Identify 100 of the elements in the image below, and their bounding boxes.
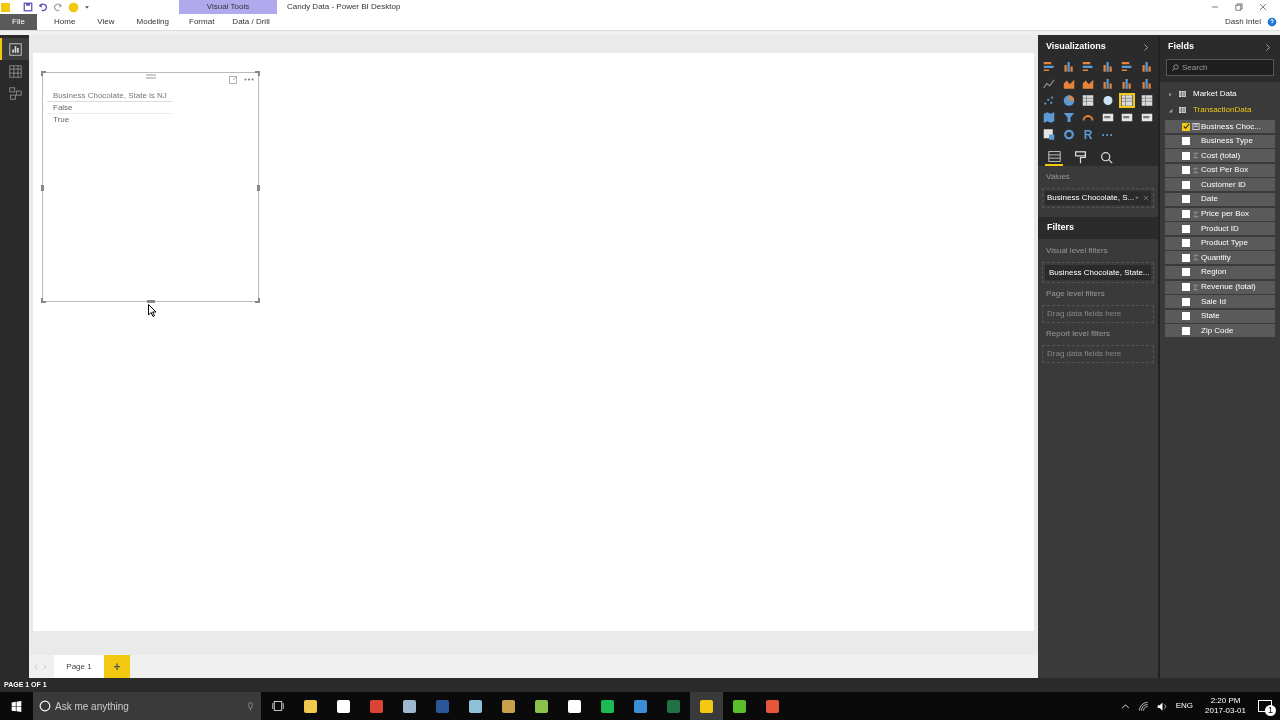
table-icon: [1178, 90, 1187, 98]
checkbox[interactable]: [1182, 166, 1190, 175]
restore-icon[interactable]: [1234, 2, 1244, 12]
checkbox[interactable]: [1182, 224, 1190, 233]
checkbox[interactable]: [1182, 210, 1190, 219]
chevron-down-icon[interactable]: [1134, 195, 1141, 201]
visual-type-button[interactable]: [1041, 110, 1057, 125]
ribbon-tab[interactable]: View: [86, 14, 126, 30]
task-view-icon[interactable]: [271, 700, 285, 712]
visual-type-button[interactable]: [1080, 59, 1096, 74]
field-item[interactable]: Revenue (total): [1165, 280, 1275, 294]
filter-section-label: Page level filters: [1045, 288, 1106, 300]
column-icon: [1101, 77, 1114, 90]
field-item[interactable]: Date: [1165, 192, 1275, 206]
field-item[interactable]: Quantity: [1165, 251, 1275, 265]
field-name: Customer ID: [1201, 178, 1246, 191]
cortana-icon: [39, 700, 51, 712]
card-icon: [1121, 111, 1133, 124]
visual-type-button[interactable]: R: [1080, 127, 1096, 142]
table-visual[interactable]: Business Chocolate, State is NJ False True: [42, 72, 259, 302]
checkbox[interactable]: [1182, 312, 1190, 321]
visual-type-button[interactable]: ···: [1099, 127, 1116, 142]
checkbox[interactable]: [1182, 137, 1190, 146]
wifi-icon[interactable]: [1137, 700, 1149, 712]
ribbon-tab[interactable]: Format: [180, 14, 224, 30]
field-item[interactable]: Business Type: [1165, 134, 1275, 148]
expanded-arrow-icon: [1168, 107, 1173, 113]
checkbox[interactable]: [1182, 151, 1190, 160]
drag-handle-icon[interactable]: [146, 74, 156, 80]
collapsed-arrow-icon: [1168, 91, 1173, 97]
calculated-column-icon: [1191, 123, 1200, 130]
mouse-pointer-icon[interactable]: [148, 304, 157, 317]
scatter-icon: [1043, 94, 1055, 107]
collapse-pane-icon[interactable]: [1142, 42, 1150, 52]
undo-icon[interactable]: [38, 2, 48, 12]
more-options-icon[interactable]: [244, 78, 254, 81]
add-page-button[interactable]: +: [104, 655, 130, 678]
checkbox[interactable]: [1182, 283, 1190, 292]
notification-count: 1: [1265, 705, 1276, 716]
pane-switch-button[interactable]: [1045, 148, 1063, 166]
checkbox[interactable]: [1182, 268, 1190, 277]
map-icon: [1043, 111, 1055, 124]
table-node[interactable]: Market Data: [1165, 86, 1275, 102]
field-item[interactable]: Customer ID: [1165, 178, 1275, 192]
value-field-chip[interactable]: Business Chocolate, S...: [1045, 191, 1151, 205]
visual-type-button[interactable]: [1041, 127, 1057, 142]
language-indicator[interactable]: ENG: [1175, 700, 1194, 712]
clock-time: 2:20 PM: [1210, 696, 1241, 706]
page-tab[interactable]: Page 1: [54, 655, 104, 678]
field-name: Zip Code: [1201, 324, 1234, 337]
search-field[interactable]: Search: [1166, 59, 1274, 76]
visual-type-button[interactable]: [1041, 59, 1057, 74]
field-item[interactable]: Cost Per Box: [1165, 163, 1275, 177]
taskbar-search-field[interactable]: Ask me anything: [33, 692, 261, 720]
collapse-pane-icon[interactable]: [1264, 42, 1272, 52]
table-name: Market Data: [1193, 88, 1237, 100]
field-item[interactable]: Region: [1165, 265, 1275, 279]
visual-type-button[interactable]: [1119, 59, 1135, 74]
pane-title: Filters: [1047, 221, 1074, 235]
ribbon-tab[interactable]: File: [0, 14, 37, 30]
field-item[interactable]: Price per Box: [1165, 207, 1275, 221]
volume-icon[interactable]: [1156, 700, 1168, 712]
field-item[interactable]: Business Choc...: [1165, 120, 1275, 133]
field-item[interactable]: Cost (total): [1165, 149, 1275, 163]
bar-icon: [1043, 60, 1055, 73]
checkbox[interactable]: [1182, 122, 1190, 131]
field-item[interactable]: State: [1165, 309, 1275, 323]
table-cell: False: [47, 102, 172, 114]
checkbox[interactable]: [1182, 253, 1190, 262]
ribbon-tab[interactable]: Modeling: [125, 14, 180, 30]
clock[interactable]: 2:20 PM 2017-03-01: [1201, 696, 1250, 716]
field-item[interactable]: Zip Code: [1165, 324, 1275, 338]
chevron-up-icon[interactable]: [1120, 701, 1130, 711]
ribbon-tab[interactable]: Home: [43, 14, 87, 30]
column-icon: [1140, 60, 1153, 73]
contextual-tab-group: Visual Tools: [179, 0, 277, 14]
filter-card[interactable]: Business Chocolate, State...: [1045, 265, 1151, 280]
windows-start-icon[interactable]: [11, 700, 22, 712]
checkbox[interactable]: [1182, 195, 1190, 204]
bar-icon: [1121, 60, 1133, 73]
field-item[interactable]: Sale Id: [1165, 295, 1275, 309]
checkbox[interactable]: [1182, 180, 1190, 189]
table-node[interactable]: TransactionData: [1165, 102, 1275, 118]
checkbox[interactable]: [1182, 297, 1190, 306]
microphone-icon[interactable]: [246, 700, 255, 712]
checkbox[interactable]: [1182, 239, 1190, 248]
close-icon[interactable]: [1143, 195, 1149, 201]
dropdown-icon[interactable]: [84, 4, 90, 10]
field-item[interactable]: Product Type: [1165, 236, 1275, 250]
taskbar-app-button[interactable]: [690, 692, 723, 720]
slicer-icon: [1043, 128, 1055, 141]
view-nav-button[interactable]: [0, 38, 29, 60]
close-icon[interactable]: [1258, 2, 1268, 12]
checkbox[interactable]: [1182, 326, 1190, 335]
field-item[interactable]: Product ID: [1165, 222, 1275, 236]
save-icon[interactable]: [23, 2, 33, 12]
help-icon[interactable]: [1267, 17, 1277, 27]
field-name: State: [1201, 310, 1220, 323]
column-header[interactable]: Business Chocolate, State is NJ: [47, 90, 172, 102]
ribbon-tab[interactable]: Data / Drill: [223, 14, 279, 30]
